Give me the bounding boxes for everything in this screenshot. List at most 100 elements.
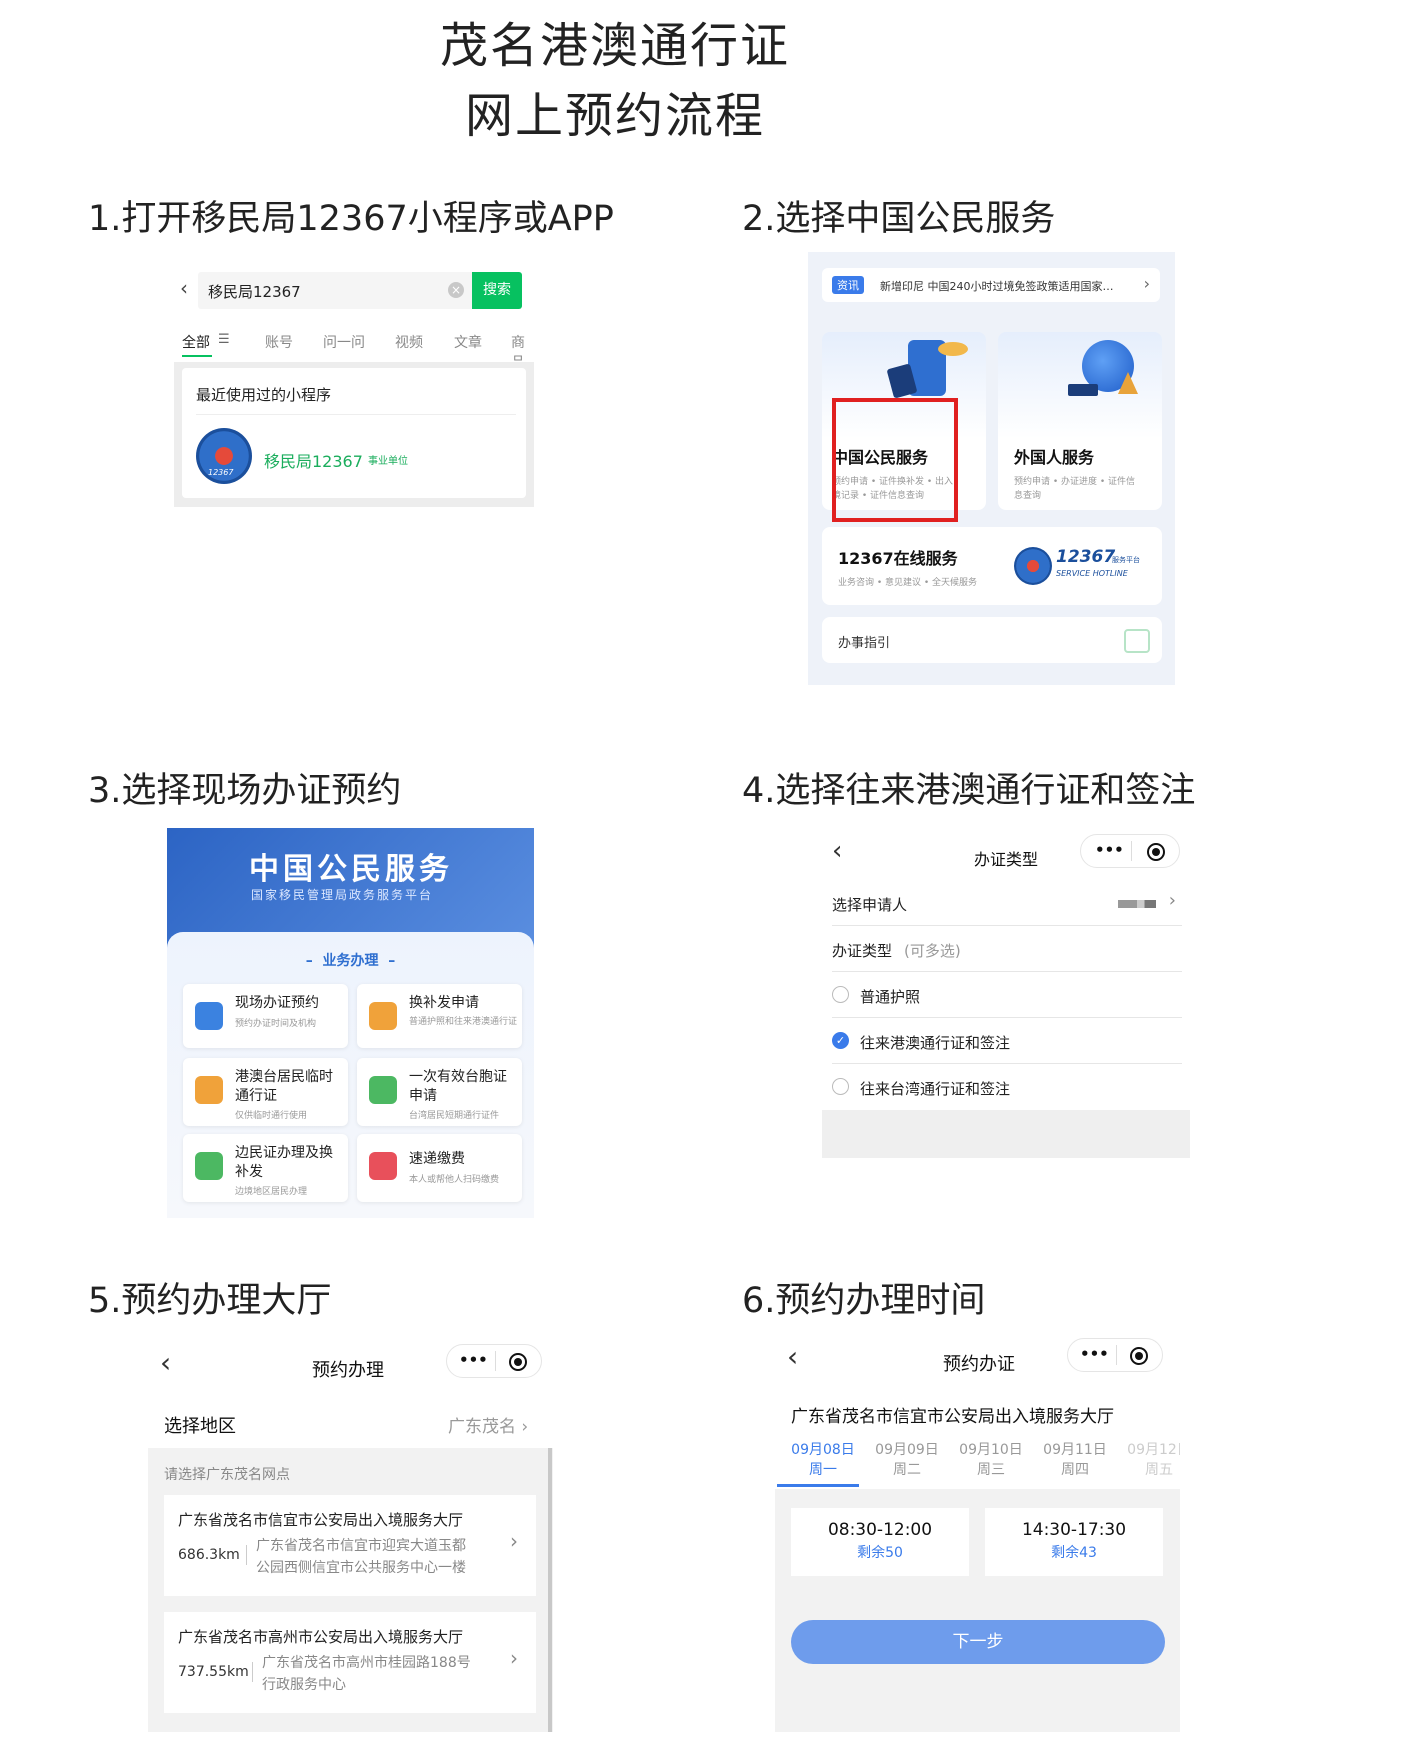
back-icon[interactable]: ‹ [160,1346,171,1379]
banner-subtitle: 国家移民管理局政务服务平台 [251,888,434,902]
tab-article[interactable]: 文章 [454,332,482,352]
more-icon[interactable]: ••• [1080,1345,1109,1363]
step-4-heading: 4.选择往来港澳通行证和签注 [742,771,1196,811]
service-onsite-appointment[interactable]: 现场办证预约 预约办证时间及机构 [183,984,348,1048]
border-card-icon [195,1152,223,1180]
date-tab[interactable]: 09月10日 周三 [959,1440,1023,1480]
id-card-icon [369,1002,397,1030]
recent-label: 最近使用过的小程序 [196,386,332,404]
date-tabs: 09月08日 周一 09月09日 周二 09月10日 周三 09月11日 周四 09月1… [775,1440,1180,1488]
banner-title: 中国公民服务 [249,852,453,887]
foreigner-title: 外国人服务 [1014,448,1095,467]
step-6-heading: 6.预约办理时间 [742,1281,986,1321]
service-replacement[interactable]: 换补发申请 普通护照和往来港澳通行证 [357,984,522,1048]
select-applicant-row[interactable]: 选择申请人 › [832,880,1182,926]
screen2-home: 资讯 新增印尼 中国240小时过境免签政策适用国家… › 中国公民服务 预约申请… [808,252,1175,685]
guide-card[interactable]: 办事指引 [822,617,1162,663]
region-label: 选择地区 [164,1416,236,1437]
chevron-right-icon: › [510,1529,518,1553]
chevron-right-icon: › [510,1646,518,1670]
date-tab[interactable]: 09月11日 周四 [1043,1440,1107,1480]
radio-icon[interactable] [832,1078,849,1095]
capsule-menu[interactable]: ••• [446,1344,542,1378]
close-miniprogram-icon[interactable] [1130,1347,1148,1365]
guide-label: 办事指引 [838,636,891,651]
foreigner-service-card[interactable]: 外国人服务 预约申请 • 办证进度 • 证件信 息查询 [998,332,1162,510]
tab-indicator [182,355,212,357]
step-2-heading: 2.选择中国公民服务 [742,199,1056,239]
page-title-line1: 茂名港澳通行证 [439,18,790,74]
footer-area [822,1110,1190,1158]
time-slot[interactable]: 14:30-17:30 剩余43 [985,1508,1163,1576]
banner: 中国公民服务 国家移民管理局政务服务平台 [167,828,534,948]
screen4-document-type: ‹ 办证类型 ••• 选择申请人 › 办证类型 (可多选) 普通护照 ✓ 往来港… [822,828,1190,1158]
app-name-link[interactable]: 移民局12367 [264,448,363,472]
scrollbar[interactable] [548,1448,552,1732]
screen1-wechat-search: ‹ 移民局12367 × 搜索 全部 ☰ 账号 问一问 视频 文章 商品 最近使… [168,262,534,507]
close-miniprogram-icon[interactable] [509,1353,527,1371]
region-selector[interactable]: 广东茂名 › [448,1412,528,1437]
radio-icon[interactable] [832,986,849,1003]
step-3-heading: 3.选择现场办证预约 [88,771,402,811]
passport-icon [195,1002,223,1030]
hall-name: 广东省茂名市信宜市公安局出入境服务大厅 [791,1407,1114,1427]
radio-checked-icon[interactable]: ✓ [832,1032,849,1049]
tab-account[interactable]: 账号 [265,332,293,352]
capsule-menu[interactable]: ••• [1080,834,1180,868]
option-hk-macau-permit[interactable]: ✓ 往来港澳通行证和签注 [832,1018,1182,1064]
capsule-menu[interactable]: ••• [1067,1338,1163,1372]
date-tab[interactable]: 09月12日周五 [1127,1440,1180,1480]
service-temp-pass[interactable]: 港澳台居民临时通行证 仅供临时通行使用 [183,1058,348,1126]
page-title-line2: 网上预约流程 [464,88,765,144]
chevron-right-icon: › [1168,890,1176,911]
service-taiwan-permit[interactable]: 一次有效台胞证申请 台湾居民短期通行证件 [357,1058,522,1126]
hall-item[interactable]: 广东省茂名市高州市公安局出入境服务大厅 737.55km 广东省茂名市高州市桂园… [164,1612,536,1713]
search-input-value: 移民局12367 [208,283,301,301]
online-service-card[interactable]: 12367在线服务 业务咨询 • 意见建议 • 全天候服务 12367 服务平台… [822,527,1162,605]
search-button[interactable]: 搜索 [472,272,522,309]
nav-title: 预约办理 [312,1360,384,1381]
online-title: 12367在线服务 [838,549,958,568]
tab-video[interactable]: 视频 [395,332,423,352]
books-icon [1068,384,1098,396]
nav-title: 预约办证 [943,1354,1015,1375]
step-1-heading: 1.打开移民局12367小程序或APP [88,199,614,239]
clear-icon[interactable]: × [448,282,464,298]
date-tab-selected[interactable]: 09月08日 周一 [791,1440,855,1480]
recent-miniprograms-card: 最近使用过的小程序 12367 移民局12367 事业单位 [174,362,534,507]
screen3-citizen-service: 中国公民服务 国家移民管理局政务服务平台 – 业务办理 – 现场办证预约 预约办… [167,828,534,1218]
immigration-logo-icon[interactable]: 12367 [196,428,252,484]
hall-hint: 请选择广东茂名网点 [164,1467,290,1483]
news-tag: 资讯 [832,276,864,294]
more-icon[interactable]: ••• [1095,841,1124,859]
tab-all[interactable]: 全部 [182,332,210,352]
hall-item[interactable]: 广东省茂名市信宜市公安局出入境服务大厅 686.3km 广东省茂名市信宜市迎宾大… [164,1495,536,1596]
news-text: 新增印尼 中国240小时过境免签政策适用国家… [880,280,1114,293]
option-passport[interactable]: 普通护照 [832,972,1182,1018]
service-border-pass[interactable]: 边民证办理及换补发 边境地区居民办理 [183,1134,348,1202]
more-icon[interactable]: ••• [459,1351,488,1369]
time-slot[interactable]: 08:30-12:00 剩余50 [791,1508,969,1576]
highlight-box [832,398,958,522]
close-miniprogram-icon[interactable] [1147,843,1165,861]
service-express-payment[interactable]: 速递缴费 本人或帮他人扫码缴费 [357,1134,522,1202]
search-input[interactable]: 移民局12367 × [198,272,474,309]
back-icon[interactable]: ‹ [180,276,188,300]
package-icon [369,1152,397,1180]
chevron-right-icon: › [1143,274,1150,293]
next-button[interactable]: 下一步 [791,1620,1165,1664]
applicant-redacted [1118,900,1156,908]
step-5-heading: 5.预约办理大厅 [88,1281,332,1321]
hotline-logo-icon [1014,547,1052,585]
document-icon [369,1076,397,1104]
back-icon[interactable]: ‹ [787,1340,798,1373]
pyramid-icon [1118,372,1138,394]
tab-ask[interactable]: 问一问 [323,332,365,352]
filter-icon[interactable]: ☰ [218,332,230,347]
news-bar[interactable]: 资讯 新增印尼 中国240小时过境免签政策适用国家… › [822,268,1160,302]
guide-icon [1124,629,1150,653]
section-title: – 业务办理 – [305,953,396,969]
option-taiwan-permit[interactable]: 往来台湾通行证和签注 [832,1064,1182,1110]
tab-indicator [777,1484,859,1487]
date-tab[interactable]: 09月09日 周二 [875,1440,939,1480]
